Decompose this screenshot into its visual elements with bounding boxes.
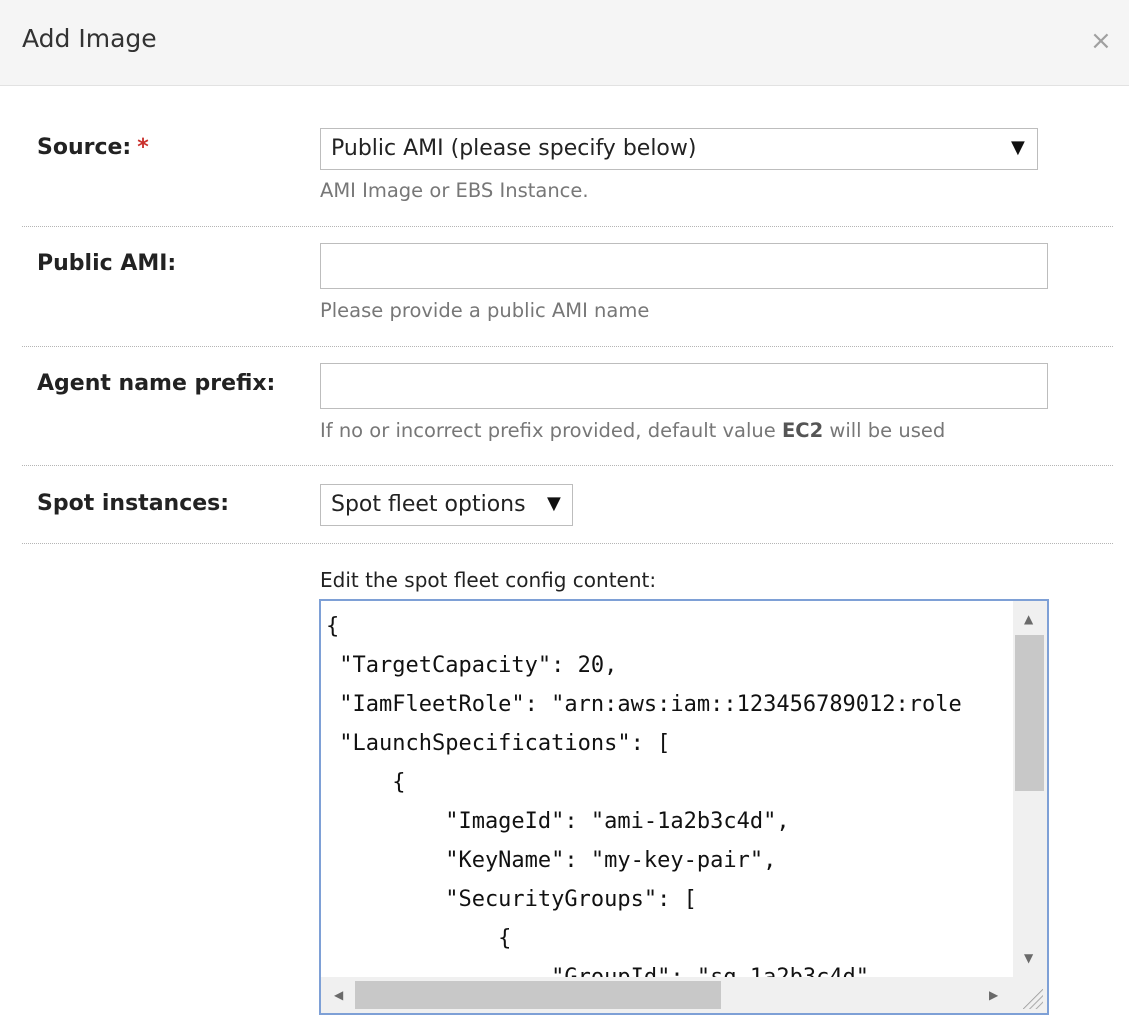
spot-select-value: Spot fleet options <box>331 492 526 517</box>
source-label-text: Source: <box>37 135 132 160</box>
vertical-scrollbar[interactable]: ▲ ▼ <box>1013 601 1047 977</box>
vertical-scroll-thumb[interactable] <box>1015 635 1044 791</box>
horizontal-scrollbar[interactable]: ◀ ▶ <box>321 977 1013 1013</box>
config-editor[interactable]: { "TargetCapacity": 20, "IamFleetRole": … <box>319 599 1049 1015</box>
config-label: Edit the spot fleet config content: <box>320 568 657 592</box>
required-mark: * <box>137 135 149 160</box>
source-hint: AMI Image or EBS Instance. <box>320 179 589 202</box>
divider <box>22 346 1113 347</box>
public-ami-hint: Please provide a public AMI name <box>320 299 650 322</box>
scroll-down-icon[interactable]: ▼ <box>1024 951 1033 965</box>
dialog-header: Add Image × <box>0 0 1129 86</box>
agent-prefix-hint: If no or incorrect prefix provided, defa… <box>320 419 945 442</box>
source-label: Source: * <box>37 135 149 160</box>
resize-grip-icon[interactable] <box>1023 989 1043 1009</box>
horizontal-scroll-thumb[interactable] <box>355 981 721 1009</box>
agent-prefix-hint-post: will be used <box>823 419 946 442</box>
divider <box>22 543 1113 544</box>
config-textarea[interactable]: { "TargetCapacity": 20, "IamFleetRole": … <box>326 607 1011 977</box>
scroll-left-icon[interactable]: ◀ <box>334 988 343 1002</box>
agent-prefix-input[interactable] <box>320 363 1048 409</box>
source-select[interactable]: Public AMI (please specify below) ▼ <box>320 128 1038 170</box>
chevron-down-icon: ▼ <box>547 493 561 514</box>
scroll-right-icon[interactable]: ▶ <box>989 988 998 1002</box>
source-select-value: Public AMI (please specify below) <box>331 136 697 161</box>
divider <box>22 465 1113 466</box>
agent-prefix-hint-default: EC2 <box>781 419 824 442</box>
dialog-title: Add Image <box>22 24 157 53</box>
public-ami-label: Public AMI: <box>37 251 177 276</box>
public-ami-input[interactable] <box>320 243 1048 289</box>
spot-select[interactable]: Spot fleet options ▼ <box>320 484 573 526</box>
close-icon[interactable]: × <box>1090 26 1112 56</box>
agent-prefix-hint-pre: If no or incorrect prefix provided, defa… <box>320 419 782 442</box>
scroll-up-icon[interactable]: ▲ <box>1024 612 1033 626</box>
agent-prefix-label: Agent name prefix: <box>37 371 276 396</box>
scroll-corner <box>1013 977 1047 1013</box>
divider <box>22 226 1113 227</box>
chevron-down-icon: ▼ <box>1011 137 1025 158</box>
spot-instances-label: Spot instances: <box>37 491 230 516</box>
